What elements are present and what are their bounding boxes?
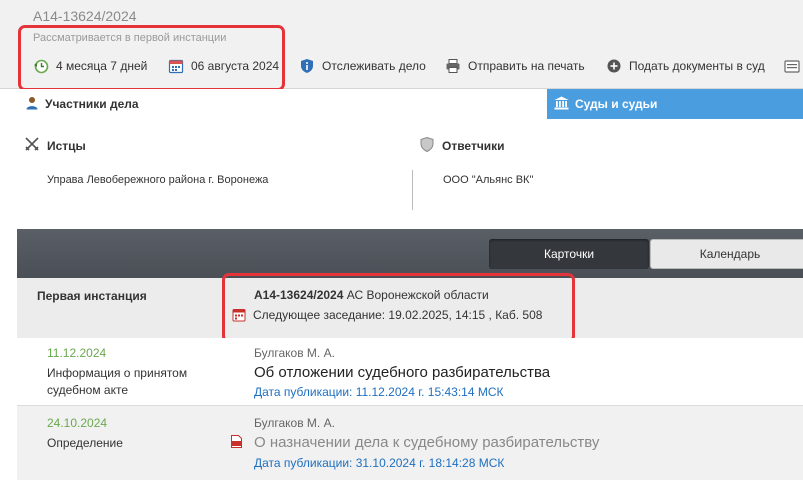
submit-documents-label: Подать документы в суд — [629, 59, 765, 73]
plaintiffs-header: Истцы — [25, 137, 86, 154]
document-title[interactable]: Об отложении судебного разбирательства — [254, 364, 550, 381]
submit-documents-button[interactable]: Подать документы в суд — [606, 58, 765, 74]
person-icon — [25, 96, 39, 113]
document-judge: Булгаков М. А. — [254, 346, 335, 360]
pdf-icon[interactable] — [231, 435, 242, 448]
document-judge: Булгаков М. А. — [254, 416, 335, 430]
document-date: 11.12.2024 — [47, 346, 107, 360]
track-case-button[interactable]: Отслеживать дело — [299, 58, 426, 74]
cards-view-button[interactable]: Карточки — [489, 239, 649, 269]
plus-circle-icon — [606, 58, 622, 74]
printer-icon — [445, 58, 461, 74]
folder-icon — [784, 58, 800, 74]
courthouse-icon — [554, 96, 569, 113]
document-row: 24.10.2024 Определение Булгаков М. А. О … — [17, 406, 803, 480]
tab-participants-label: Участники дела — [45, 97, 139, 111]
document-date: 24.10.2024 — [47, 416, 108, 430]
tab-courts[interactable]: Суды и судьи — [547, 89, 803, 119]
shield-icon — [420, 136, 434, 155]
document-row: 11.12.2024 Информация о принятом судебно… — [17, 338, 803, 406]
tab-courts-label: Суды и судьи — [575, 97, 658, 111]
case-number: А14-13624/2024 — [33, 8, 137, 24]
party-divider — [412, 170, 413, 210]
tabs-row: Участники дела Суды и судьи — [0, 89, 803, 119]
document-published[interactable]: Дата публикации: 11.12.2024 г. 15:43:14 … — [254, 385, 504, 399]
defendant-name[interactable]: ООО "Альянс ВК" — [443, 174, 533, 186]
more-button[interactable] — [784, 58, 803, 74]
document-title[interactable]: О назначении дела к судебному разбирател… — [254, 434, 599, 451]
document-type: Определение — [47, 436, 123, 450]
crossed-swords-icon — [25, 137, 39, 154]
print-label: Отправить на печать — [468, 59, 585, 73]
instance-label: Первая инстанция — [37, 289, 147, 303]
highlight-frame-instance — [222, 273, 575, 343]
calendar-view-button[interactable]: Календарь — [650, 239, 803, 269]
defendants-header: Ответчики — [420, 136, 505, 155]
print-button[interactable]: Отправить на печать — [445, 58, 585, 74]
plaintiffs-label: Истцы — [47, 138, 86, 153]
defendants-label: Ответчики — [442, 139, 505, 153]
shield-info-icon — [299, 58, 315, 74]
document-published[interactable]: Дата публикации: 31.10.2024 г. 18:14:28 … — [254, 456, 504, 470]
tab-participants[interactable]: Участники дела — [0, 89, 547, 119]
highlight-frame-duration — [18, 25, 285, 91]
document-type: Информация о принятом судебном акте — [47, 366, 188, 397]
track-case-label: Отслеживать дело — [322, 59, 426, 73]
plaintiff-name[interactable]: Управа Левобережного района г. Воронежа — [47, 174, 268, 186]
